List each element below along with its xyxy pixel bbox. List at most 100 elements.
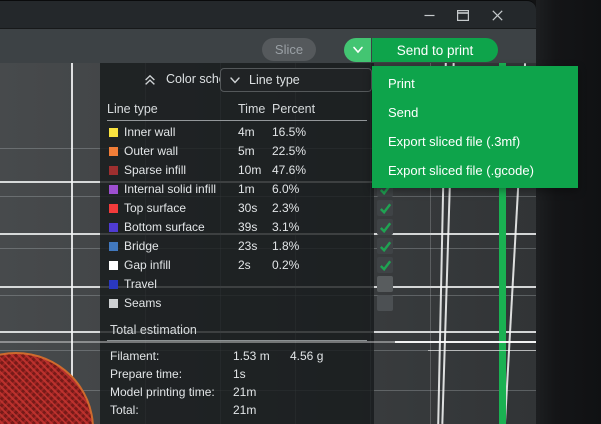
total-value: 21m — [233, 385, 256, 399]
plate-line — [395, 341, 536, 343]
total-label: Model printing time: — [110, 385, 215, 399]
line-type-row: Travel — [100, 275, 374, 294]
line-type-color-swatch — [109, 185, 118, 194]
line-type-row: Outer wall 5m 22.5% — [100, 142, 374, 161]
line-type-percent: 0.2% — [272, 258, 299, 272]
header-separator — [107, 120, 367, 121]
chevron-down-icon — [229, 76, 241, 85]
send-dropdown-button[interactable] — [344, 38, 371, 62]
check-icon — [378, 239, 393, 254]
total-value: 1s — [233, 367, 246, 381]
send-to-print-button[interactable]: Send to print — [372, 38, 498, 62]
total-row: Filament: 1.53 m 4.56 g — [100, 347, 374, 365]
line-type-time: 39s — [238, 220, 257, 234]
line-type-label: Gap infill — [124, 258, 171, 272]
collapse-panel-button[interactable] — [140, 71, 160, 89]
minimize-button[interactable] — [412, 2, 446, 28]
line-type-row: Sparse infill 10m 47.6% — [100, 161, 374, 180]
view-mode-value: Line type — [249, 73, 300, 87]
line-type-time: 23s — [238, 239, 257, 253]
check-icon — [378, 258, 393, 273]
line-type-color-swatch — [109, 147, 118, 156]
chevron-down-icon — [352, 46, 364, 54]
line-type-visibility-checkbox[interactable] — [377, 295, 393, 311]
grid-line — [71, 63, 73, 424]
line-type-percent: 6.0% — [272, 182, 299, 196]
line-type-label: Seams — [124, 296, 161, 310]
line-type-label: Outer wall — [124, 144, 178, 158]
line-type-color-swatch — [109, 242, 118, 251]
maximize-button[interactable] — [446, 2, 480, 28]
line-type-percent: 3.1% — [272, 220, 299, 234]
menu-item-export-sliced-file-3mf[interactable]: Export sliced file (.3mf) — [372, 127, 578, 156]
line-type-time: 30s — [238, 201, 257, 215]
check-icon — [378, 201, 393, 216]
header-time: Time — [238, 102, 265, 116]
line-type-color-swatch — [109, 280, 118, 289]
menu-item-export-sliced-file-gcode[interactable]: Export sliced file (.gcode) — [372, 156, 578, 185]
title-bar — [0, 0, 536, 29]
line-type-percent: 47.6% — [272, 163, 306, 177]
total-label: Total: — [110, 403, 139, 417]
line-type-color-swatch — [109, 166, 118, 175]
line-type-visibility-checkbox[interactable] — [377, 276, 393, 292]
line-type-percent: 2.3% — [272, 201, 299, 215]
line-type-row: Gap infill 2s 0.2% — [100, 256, 374, 275]
sliced-model[interactable] — [0, 352, 94, 424]
header-percent: Percent — [272, 102, 315, 116]
color-scheme-panel: Color scheme Line type Line type Time Pe… — [100, 63, 374, 424]
line-type-percent: 22.5% — [272, 144, 306, 158]
line-type-color-swatch — [109, 128, 118, 137]
line-type-color-swatch — [109, 223, 118, 232]
line-type-time: 2s — [238, 258, 251, 272]
line-type-label: Internal solid infill — [124, 182, 216, 196]
line-type-label: Travel — [124, 277, 157, 291]
line-type-color-swatch — [109, 261, 118, 270]
line-type-label: Top surface — [124, 201, 186, 215]
line-type-row: Seams — [100, 294, 374, 313]
total-value-secondary: 4.56 g — [290, 349, 323, 363]
line-type-label: Sparse infill — [124, 163, 186, 177]
close-button[interactable] — [480, 2, 514, 28]
close-icon — [492, 10, 503, 21]
line-type-row: Top surface 30s 2.3% — [100, 199, 374, 218]
line-type-visibility-checkbox[interactable] — [377, 238, 393, 254]
line-type-visibility-checkbox[interactable] — [377, 257, 393, 273]
line-type-color-swatch — [109, 299, 118, 308]
line-type-time: 5m — [238, 144, 255, 158]
line-type-percent: 16.5% — [272, 125, 306, 139]
menu-item-print[interactable]: Print — [372, 69, 578, 98]
panel-header: Color scheme Line type — [100, 67, 374, 93]
line-type-time: 1m — [238, 182, 255, 196]
toolbar: Slice Send to print — [0, 28, 536, 64]
total-value: 21m — [233, 403, 256, 417]
menu-item-send[interactable]: Send — [372, 98, 578, 127]
view-mode-dropdown[interactable]: Line type — [220, 68, 372, 92]
line-type-label: Bridge — [124, 239, 159, 253]
line-type-visibility-checkbox[interactable] — [377, 200, 393, 216]
send-to-print-menu: PrintSendExport sliced file (.3mf)Export… — [372, 66, 578, 188]
double-chevron-up-icon — [143, 73, 157, 87]
totals-title: Total estimation — [110, 323, 197, 337]
line-type-row: Bridge 23s 1.8% — [100, 237, 374, 256]
total-value: 1.53 m — [233, 349, 270, 363]
line-type-time: 4m — [238, 125, 255, 139]
header-line-type: Line type — [107, 102, 158, 116]
line-type-label: Inner wall — [124, 125, 175, 139]
line-type-time: 10m — [238, 163, 261, 177]
total-label: Prepare time: — [110, 367, 182, 381]
total-row: Model printing time: 21m — [100, 383, 374, 401]
line-type-visibility-checkbox[interactable] — [377, 219, 393, 235]
line-type-row: Bottom surface 39s 3.1% — [100, 218, 374, 237]
line-type-row: Inner wall 4m 16.5% — [100, 123, 374, 142]
check-icon — [378, 220, 393, 235]
line-type-color-swatch — [109, 204, 118, 213]
total-label: Filament: — [110, 349, 159, 363]
slice-button[interactable]: Slice — [262, 38, 316, 61]
line-type-row: Internal solid infill 1m 6.0% — [100, 180, 374, 199]
line-type-percent: 1.8% — [272, 239, 299, 253]
total-row: Total: 21m — [100, 401, 374, 419]
minimize-icon — [424, 10, 435, 21]
line-type-label: Bottom surface — [124, 220, 205, 234]
total-row: Prepare time: 1s — [100, 365, 374, 383]
